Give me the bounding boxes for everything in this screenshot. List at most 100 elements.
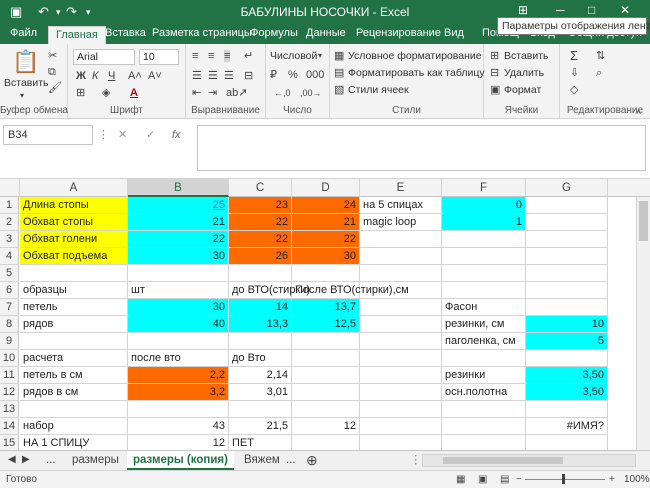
row-header[interactable]: 15 (0, 435, 19, 450)
cancel-entry-icon[interactable]: ✕ (118, 129, 127, 141)
vertical-scroll-thumb[interactable] (639, 201, 648, 241)
cell-c11[interactable]: 2,14 (229, 367, 292, 384)
clear-icon[interactable]: ◇ (570, 84, 578, 96)
cell-g11[interactable]: 3,50 (526, 367, 608, 384)
decrease-font-icon[interactable]: A˅ (148, 70, 162, 82)
sheet-tab-razmery-kopiya[interactable]: размеры (копия) (127, 451, 234, 470)
horizontal-scroll-thumb[interactable] (443, 457, 563, 464)
row-header[interactable]: 1 (0, 197, 19, 214)
next-sheet-icon[interactable]: ▶ (22, 451, 30, 470)
format-cells-button[interactable]: Формат (504, 84, 541, 96)
conditional-formatting-icon[interactable]: ▦ (334, 50, 344, 62)
zoom-in-icon[interactable]: + (609, 471, 615, 488)
conditional-formatting-button[interactable]: Условное форматирование (348, 50, 482, 62)
cell-g13[interactable] (526, 401, 608, 418)
horizontal-scrollbar[interactable] (422, 454, 636, 467)
increase-decimal-icon[interactable]: ←,0 (274, 87, 291, 99)
merge-center-icon[interactable]: ⊟ (244, 70, 253, 82)
cell-a9[interactable] (20, 333, 128, 350)
cell-b8[interactable]: 40 (128, 316, 229, 333)
row-header[interactable]: 6 (0, 282, 19, 299)
autosum-icon[interactable]: Σ (570, 49, 578, 62)
row-header[interactable]: 11 (0, 367, 19, 384)
sheet-tab-razmery[interactable]: размеры (72, 451, 119, 470)
bold-icon[interactable]: Ж (76, 70, 86, 82)
cell-styles-icon[interactable]: ▧ (334, 84, 344, 96)
cell-f6[interactable] (442, 282, 526, 299)
cell-d6[interactable]: После ВТО(стирки),см (292, 282, 409, 299)
cell-f2[interactable]: 1 (442, 214, 526, 231)
cell-c9[interactable] (229, 333, 292, 350)
align-top-icon[interactable]: ≡ (192, 50, 198, 62)
cell-c8[interactable]: 13,3 (229, 316, 292, 333)
cell-b2[interactable]: 21 (128, 214, 229, 231)
fill-icon[interactable]: ⇩ (570, 67, 579, 79)
cell-g15[interactable] (526, 435, 608, 450)
cell-a7[interactable]: петель (20, 299, 128, 316)
comma-style-icon[interactable]: 000 (306, 69, 324, 81)
cell-b4[interactable]: 30 (128, 248, 229, 265)
cell-c14[interactable]: 21,5 (229, 418, 292, 435)
tab-file[interactable]: Файл (10, 27, 37, 39)
cell-g7[interactable] (526, 299, 608, 316)
cell-b11[interactable]: 2,2 (128, 367, 229, 384)
zoom-level[interactable]: 100% (624, 471, 650, 488)
row-header[interactable]: 9 (0, 333, 19, 350)
increase-indent-icon[interactable]: ⇥ (208, 87, 217, 99)
cell-f1[interactable]: 0 (442, 197, 526, 214)
decrease-indent-icon[interactable]: ⇤ (192, 87, 201, 99)
cell-e2[interactable]: magic loop (360, 214, 442, 231)
cell-e13[interactable] (360, 401, 442, 418)
font-color-icon[interactable]: A (130, 87, 138, 99)
italic-icon[interactable]: К (92, 70, 98, 82)
cell-d10[interactable] (292, 350, 360, 367)
row-header[interactable]: 12 (0, 384, 19, 401)
cell-e8[interactable] (360, 316, 442, 333)
cell-c2[interactable]: 22 (229, 214, 292, 231)
insert-cells-icon[interactable]: ⊞ (490, 50, 499, 62)
cell-f14[interactable] (442, 418, 526, 435)
cell-b10[interactable]: после вто (128, 350, 229, 367)
font-name-box[interactable]: Arial (73, 49, 135, 65)
tab-insert[interactable]: Вставка (105, 27, 146, 39)
cell-c7[interactable]: 14 (229, 299, 292, 316)
cell-c15[interactable]: ПЕТ (229, 435, 292, 450)
cell-a14[interactable]: набор (20, 418, 128, 435)
cell-g6[interactable] (526, 282, 608, 299)
cell-e11[interactable] (360, 367, 442, 384)
row-header[interactable]: 5 (0, 265, 19, 282)
format-painter-icon[interactable]: 🖌 (48, 82, 62, 94)
cell-f7[interactable]: Фасон (442, 299, 526, 316)
add-sheet-icon[interactable]: ⊕ (306, 451, 318, 470)
column-header-a[interactable]: A (20, 179, 128, 197)
tab-home[interactable]: Главная (48, 26, 106, 44)
cell-b9[interactable] (128, 333, 229, 350)
cell-e4[interactable] (360, 248, 442, 265)
format-as-table-icon[interactable]: ▤ (334, 67, 344, 79)
cell-e1[interactable]: на 5 спицах (360, 197, 442, 214)
cell-a5[interactable] (20, 265, 128, 282)
align-left-icon[interactable]: ☰ (192, 70, 202, 82)
cell-a2[interactable]: Обхват стопы (20, 214, 128, 231)
cell-c5[interactable] (229, 265, 292, 282)
cell-a1[interactable]: Длина стопы (20, 197, 128, 214)
cell-g10[interactable] (526, 350, 608, 367)
cell-d15[interactable] (292, 435, 360, 450)
cell-b12[interactable]: 3,2 (128, 384, 229, 401)
cut-icon[interactable]: ✂ (48, 50, 57, 62)
cell-g2[interactable] (526, 214, 608, 231)
cell-d4[interactable]: 30 (292, 248, 360, 265)
paste-dropdown-icon[interactable]: ▾ (20, 90, 24, 102)
row-header[interactable]: 4 (0, 248, 19, 265)
cell-g8[interactable]: 10 (526, 316, 608, 333)
row-header[interactable]: 13 (0, 401, 19, 418)
zoom-slider-thumb[interactable] (562, 474, 565, 484)
cell-b6[interactable]: шт (128, 282, 229, 299)
underline-icon[interactable]: Ч (108, 70, 115, 82)
format-as-table-button[interactable]: Форматировать как таблицу (348, 67, 485, 79)
column-header-c[interactable]: C (229, 179, 292, 197)
cell-g12[interactable]: 3,50 (526, 384, 608, 401)
cell-d11[interactable] (292, 367, 360, 384)
orientation-icon[interactable]: ab↗ (226, 87, 247, 99)
column-header-f[interactable]: F (442, 179, 526, 197)
